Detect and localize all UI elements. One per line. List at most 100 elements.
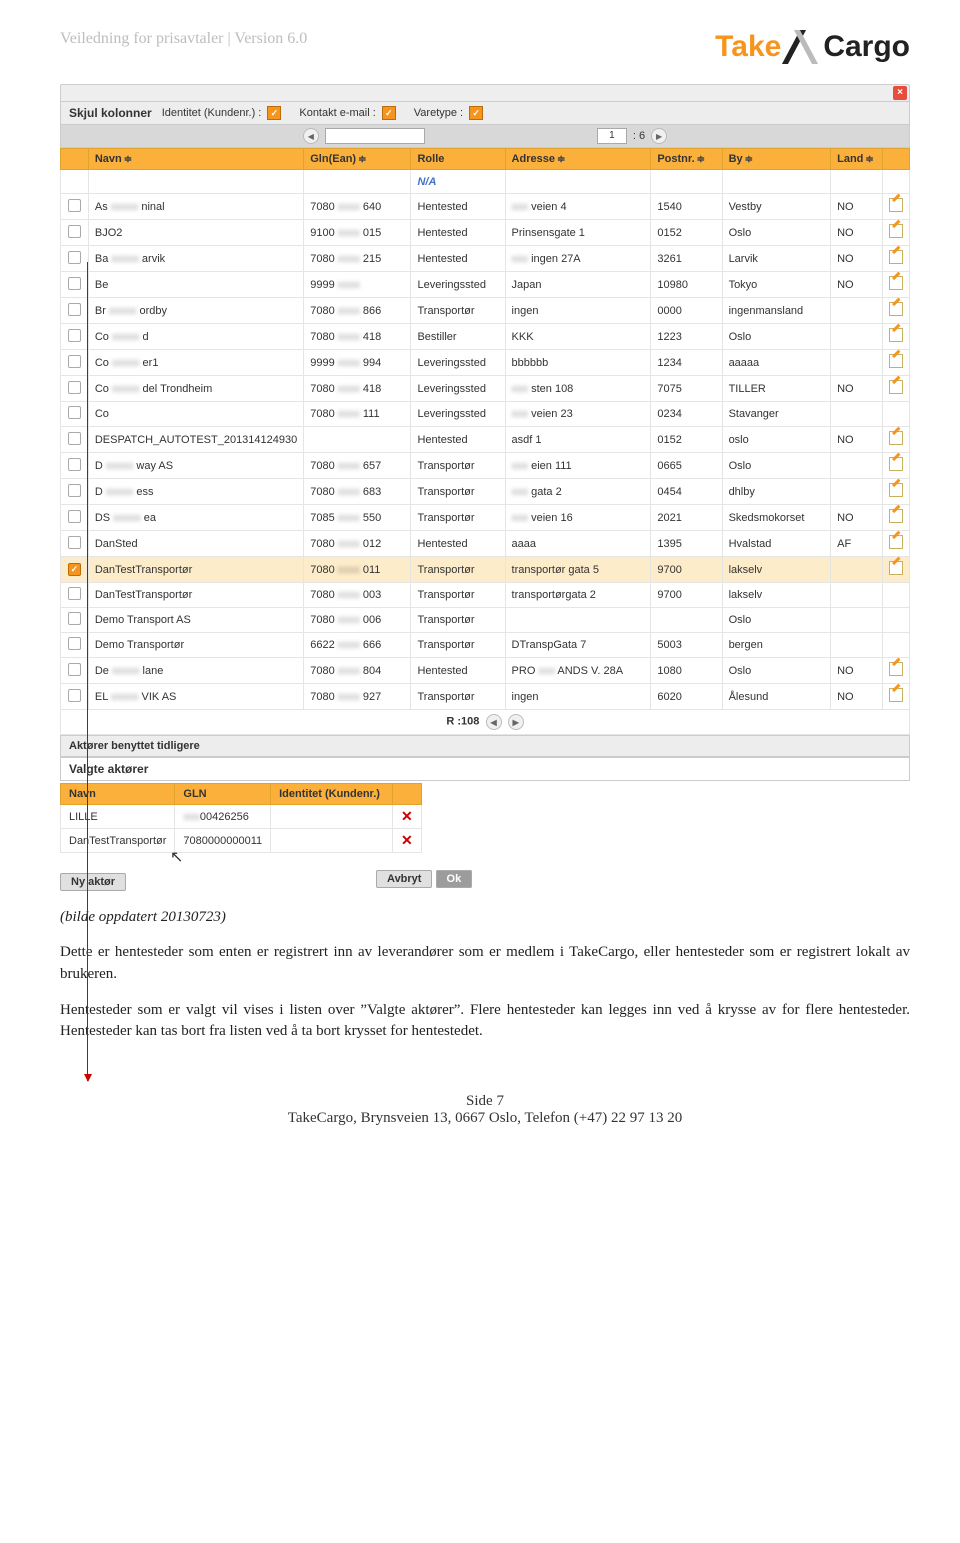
- table-row[interactable]: BJO29100 xxxx 015HentestedPrinsensgate 1…: [61, 220, 910, 246]
- col-adresse[interactable]: Adresse: [505, 149, 651, 170]
- table-row[interactable]: DS xxxxx ea7085 xxxx 550Transportør xxx …: [61, 505, 910, 531]
- col-gln[interactable]: Gln(Ean): [304, 149, 411, 170]
- hide-col-checkbox[interactable]: ✓: [267, 106, 281, 120]
- row-checkbox[interactable]: [68, 458, 81, 471]
- col-land[interactable]: Land: [831, 149, 883, 170]
- table-row[interactable]: Be9999 xxxx LeveringsstedJapan10980Tokyo…: [61, 272, 910, 298]
- result-prev-icon[interactable]: ◀: [486, 714, 502, 730]
- close-icon[interactable]: ×: [893, 86, 907, 100]
- row-checkbox[interactable]: [68, 510, 81, 523]
- cell-navn: Br xxxxx ordby: [88, 298, 303, 324]
- new-actor-button[interactable]: Ny aktør: [60, 873, 126, 891]
- table-row[interactable]: DanSted7080 xxxx 012Hentestedaaaa1395Hva…: [61, 531, 910, 557]
- table-row[interactable]: De xxxxx lane7080 xxxx 804HentestedPRO x…: [61, 658, 910, 684]
- table-row[interactable]: Ba xxxxx arvik7080 xxxx 215Hentested xxx…: [61, 246, 910, 272]
- table-row[interactable]: Co xxxxx del Trondheim7080 xxxx 418Lever…: [61, 376, 910, 402]
- cell-land: NO: [831, 194, 883, 220]
- ok-button[interactable]: Ok: [436, 870, 473, 888]
- table-row[interactable]: Co xxxxx er19999 xxxx 994Leveringsstedbb…: [61, 350, 910, 376]
- edit-icon[interactable]: [889, 662, 903, 676]
- table-row[interactable]: Demo Transportør6622 xxxx 666Transportør…: [61, 633, 910, 658]
- cell-rolle: Hentested: [411, 531, 505, 557]
- result-next-icon[interactable]: ▶: [508, 714, 524, 730]
- row-checkbox[interactable]: [68, 432, 81, 445]
- row-checkbox[interactable]: [68, 381, 81, 394]
- row-checkbox[interactable]: [68, 303, 81, 316]
- col-postnr[interactable]: Postnr.: [651, 149, 722, 170]
- row-checkbox[interactable]: [68, 355, 81, 368]
- row-checkbox[interactable]: ✓: [68, 563, 81, 576]
- edit-icon[interactable]: [889, 328, 903, 342]
- cell-by: Tokyo: [722, 272, 831, 298]
- cell-land: [831, 479, 883, 505]
- edit-icon[interactable]: [889, 457, 903, 471]
- row-checkbox[interactable]: [68, 587, 81, 600]
- row-checkbox[interactable]: [68, 406, 81, 419]
- edit-icon[interactable]: [889, 483, 903, 497]
- remove-icon[interactable]: ✕: [392, 829, 421, 853]
- cell-gln: 9999 xxxx: [304, 272, 411, 298]
- cell-navn: DS xxxxx ea: [88, 505, 303, 531]
- edit-icon[interactable]: [889, 561, 903, 575]
- cell-navn: DanSted: [88, 531, 303, 557]
- hide-col-checkbox[interactable]: ✓: [382, 106, 396, 120]
- prev-actors-header[interactable]: Aktører benyttet tidligere: [60, 735, 910, 757]
- row-checkbox[interactable]: [68, 251, 81, 264]
- hide-col-checkbox[interactable]: ✓: [469, 106, 483, 120]
- edit-icon[interactable]: [889, 198, 903, 212]
- table-row[interactable]: Co xxxxx d7080 xxxx 418BestillerKKK1223O…: [61, 324, 910, 350]
- filter-input[interactable]: [325, 128, 425, 144]
- edit-icon[interactable]: [889, 276, 903, 290]
- cell-gln: 7080 xxxx 683: [304, 479, 411, 505]
- table-row[interactable]: Demo Transport AS7080 xxxx 006Transportø…: [61, 608, 910, 633]
- col-navn[interactable]: Navn: [88, 149, 303, 170]
- row-checkbox[interactable]: [68, 536, 81, 549]
- cell-by: Stavanger: [722, 402, 831, 427]
- table-row[interactable]: DESPATCH_AUTOTEST_201314124930Hentesteda…: [61, 427, 910, 453]
- cancel-button[interactable]: Avbryt: [376, 870, 432, 888]
- row-checkbox[interactable]: [68, 277, 81, 290]
- row-checkbox[interactable]: [68, 329, 81, 342]
- row-checkbox[interactable]: [68, 637, 81, 650]
- cell-postnr: 6020: [651, 684, 722, 710]
- table-row[interactable]: EL xxxxx VIK AS7080 xxxx 927Transportøri…: [61, 684, 910, 710]
- row-checkbox[interactable]: [68, 689, 81, 702]
- row-checkbox[interactable]: [68, 225, 81, 238]
- page-footer: Side 7 TakeCargo, Brynsveien 13, 0667 Os…: [60, 1093, 910, 1127]
- table-row[interactable]: As xxxxx ninal7080 xxxx 640Hentested xxx…: [61, 194, 910, 220]
- col-by[interactable]: By: [722, 149, 831, 170]
- cell-adresse: asdf 1: [505, 427, 651, 453]
- cell-by: oslo: [722, 427, 831, 453]
- edit-icon[interactable]: [889, 380, 903, 394]
- table-row[interactable]: DanTestTransportør7080 xxxx 003Transport…: [61, 583, 910, 608]
- cell-gln: 7080 xxxx 804: [304, 658, 411, 684]
- edit-icon[interactable]: [889, 535, 903, 549]
- cell-by: Skedsmokorset: [722, 505, 831, 531]
- table-row[interactable]: ✓DanTestTransportør7080 xxxx 011Transpor…: [61, 557, 910, 583]
- row-checkbox[interactable]: [68, 663, 81, 676]
- row-checkbox[interactable]: [68, 612, 81, 625]
- cell-adresse: KKK: [505, 324, 651, 350]
- sel-cell-gln: 7080000000011: [175, 829, 271, 853]
- col-rolle[interactable]: Rolle: [411, 149, 505, 170]
- table-row[interactable]: Br xxxxx ordby7080 xxxx 866Transportørin…: [61, 298, 910, 324]
- edit-icon[interactable]: [889, 224, 903, 238]
- edit-icon[interactable]: [889, 509, 903, 523]
- edit-icon[interactable]: [889, 302, 903, 316]
- cell-land: [831, 298, 883, 324]
- edit-icon[interactable]: [889, 250, 903, 264]
- cell-rolle: Transportør: [411, 557, 505, 583]
- cell-rolle: Hentested: [411, 220, 505, 246]
- pager-prev-icon[interactable]: ◀: [303, 128, 319, 144]
- pager-next-icon[interactable]: ▶: [651, 128, 667, 144]
- remove-icon[interactable]: ✕: [392, 805, 421, 829]
- table-row[interactable]: Co7080 xxxx 111Leveringssted xxx veien 2…: [61, 402, 910, 427]
- row-checkbox[interactable]: [68, 484, 81, 497]
- cell-rolle: Bestiller: [411, 324, 505, 350]
- edit-icon[interactable]: [889, 431, 903, 445]
- edit-icon[interactable]: [889, 688, 903, 702]
- table-row[interactable]: D xxxxx way AS7080 xxxx 657Transportør x…: [61, 453, 910, 479]
- table-row[interactable]: D xxxxx ess7080 xxxx 683Transportør xxx …: [61, 479, 910, 505]
- edit-icon[interactable]: [889, 354, 903, 368]
- row-checkbox[interactable]: [68, 199, 81, 212]
